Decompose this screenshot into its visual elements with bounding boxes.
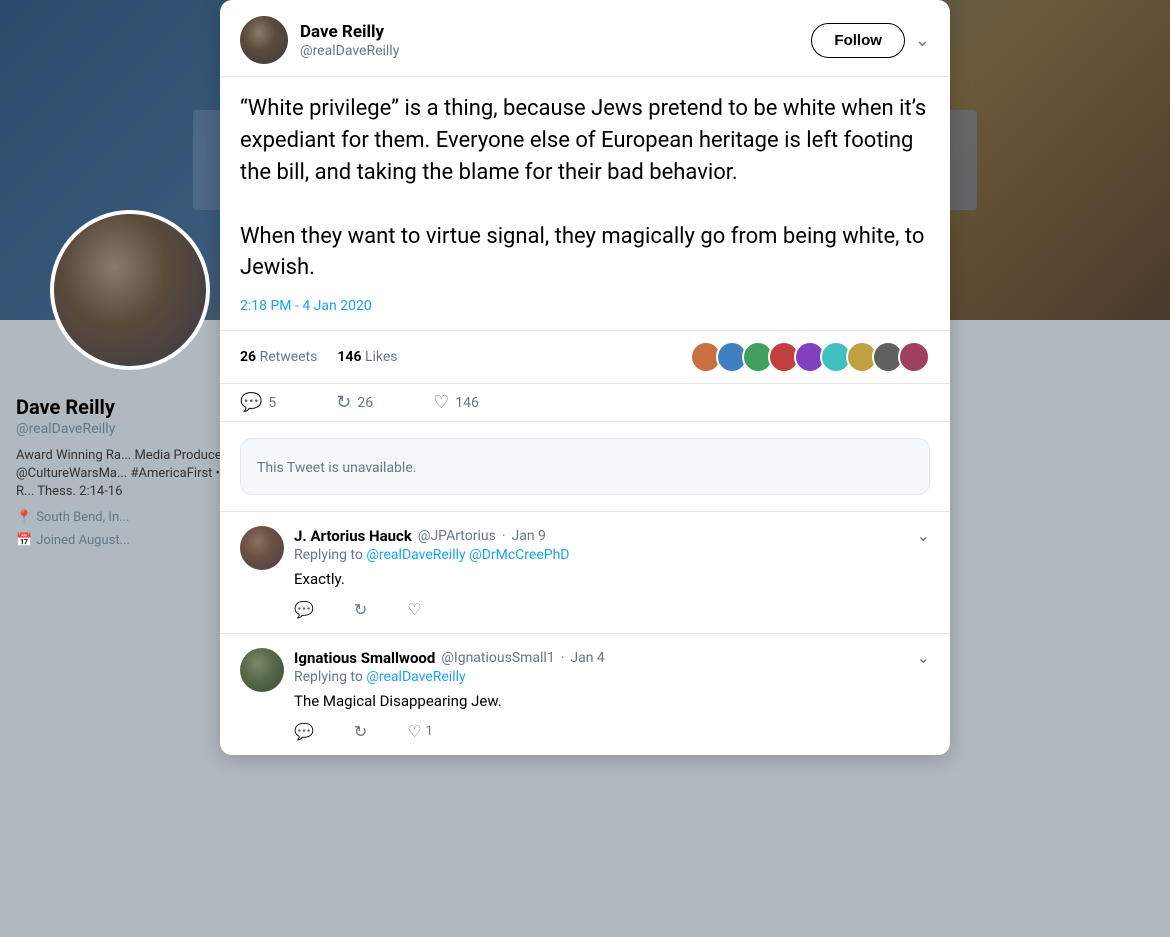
reply-date-2: · (561, 650, 565, 666)
tweet-user-handle: @realDaveReilly (300, 43, 811, 59)
tweet-user-info: Dave Reilly @realDaveReilly (300, 22, 811, 59)
reply-like-action-1[interactable]: ♡ (407, 600, 421, 619)
tweet-user-name: Dave Reilly (300, 22, 811, 42)
tweet-body: “White privilege” is a thing, because Je… (220, 77, 950, 330)
reply-to-line-2: Replying to @realDaveReilly (294, 669, 930, 685)
tweet-avatar[interactable] (240, 16, 288, 64)
reply-to-link-1[interactable]: @realDaveReilly @DrMcCreePhD (366, 547, 569, 563)
reply-header-1: J. Artorius Hauck @JPArtorius · Jan 9 ⌄ … (240, 526, 930, 619)
reply-date-1: · (502, 528, 506, 544)
reply-user-name-1: J. Artorius Hauck (294, 527, 412, 545)
tweet-actions: 💬 5 ↻ 26 ♡ 146 (220, 384, 950, 422)
profile-handle: @realDaveReilly (16, 421, 236, 437)
reply-comment-icon-1: 💬 (294, 600, 314, 619)
reply-text-1: Exactly. (294, 569, 930, 590)
tweet-text: “White privilege” is a thing, because Je… (240, 93, 930, 284)
reply-user-name-2: Ignatious Smallwood (294, 649, 435, 667)
calendar-icon: 📅 (16, 533, 32, 548)
retweet-action-count: 26 (357, 395, 373, 411)
reply-like-count-2: 1 (426, 724, 433, 739)
follow-button[interactable]: Follow (811, 23, 905, 58)
retweet-icon: ↻ (336, 392, 351, 413)
reply-avatar-2[interactable] (240, 648, 284, 692)
tweet-header: Dave Reilly @realDaveReilly Follow ⌄ (220, 0, 950, 77)
reply-chevron-1[interactable]: ⌄ (917, 526, 930, 545)
reply-info-1: J. Artorius Hauck @JPArtorius · Jan 9 ⌄ … (294, 526, 930, 619)
likes-stat: 146 Likes (337, 349, 397, 365)
profile-location: 📍 South Bend, In... (16, 510, 236, 525)
tweet-text-part1: “White privilege” is a thing, because Je… (240, 96, 926, 185)
reply-user-line-2: Ignatious Smallwood @IgnatiousSmall1 · J… (294, 648, 930, 667)
reply-info-2: Ignatious Smallwood @IgnatiousSmall1 · J… (294, 648, 930, 741)
tweet-card: Dave Reilly @realDaveReilly Follow ⌄ “Wh… (220, 0, 950, 755)
profile-sidebar: Dave Reilly @realDaveReilly Award Winnin… (16, 395, 236, 548)
profile-avatar-large (50, 210, 210, 370)
reply-date-val-2: Jan 4 (570, 650, 604, 666)
comment-count: 5 (268, 395, 276, 411)
reply-like-action-2[interactable]: ♡ 1 (407, 722, 433, 741)
location-icon: 📍 (16, 510, 32, 525)
reply-to-link-2[interactable]: @realDaveReilly (366, 669, 465, 685)
profile-bio: Award Winning Ra... Media Producer • @Cu… (16, 447, 236, 502)
profile-joined: 📅 Joined August... (16, 533, 236, 548)
comment-action[interactable]: 💬 5 (240, 392, 276, 413)
reply-like-icon-1: ♡ (407, 600, 421, 619)
tweet-text-part2: When they want to virtue signal, they ma… (240, 224, 924, 281)
reply-date-val-1: Jan 9 (512, 528, 546, 544)
avatar-image (54, 214, 206, 366)
retweet-stat: 26 Retweets (240, 349, 317, 365)
reply-user-handle-2: @IgnatiousSmall1 (441, 650, 554, 666)
reply-tweet-1: J. Artorius Hauck @JPArtorius · Jan 9 ⌄ … (220, 511, 950, 633)
reply-comment-action-1[interactable]: 💬 (294, 600, 314, 619)
profile-name: Dave Reilly (16, 395, 236, 419)
reply-comment-icon-2: 💬 (294, 722, 314, 741)
unavailable-text: This Tweet is unavailable. (257, 460, 416, 476)
tweet-timestamp: 2:18 PM - 4 Jan 2020 (240, 298, 930, 314)
unavailable-tweet: This Tweet is unavailable. (240, 438, 930, 495)
like-action-count: 146 (455, 395, 479, 411)
comment-icon: 💬 (240, 392, 262, 413)
retweet-action[interactable]: ↻ 26 (336, 392, 373, 413)
reply-user-line-1: J. Artorius Hauck @JPArtorius · Jan 9 ⌄ (294, 526, 930, 545)
reply-tweet-2: Ignatious Smallwood @IgnatiousSmall1 · J… (220, 633, 950, 755)
like-icon: ♡ (433, 392, 449, 413)
reply-retweet-action-2[interactable]: ↻ (354, 722, 367, 741)
reply-comment-action-2[interactable]: 💬 (294, 722, 314, 741)
reply-retweet-icon-2: ↻ (354, 722, 367, 741)
likes-count: 146 (337, 349, 361, 365)
reply-to-line-1: Replying to @realDaveReilly @DrMcCreePhD (294, 547, 930, 563)
reply-retweet-icon-1: ↻ (354, 600, 367, 619)
tweet-more-options-button[interactable]: ⌄ (915, 30, 930, 51)
reply-like-icon-2: ♡ (407, 722, 421, 741)
reply-avatar-1[interactable] (240, 526, 284, 570)
reply-user-handle-1: @JPArtorius (418, 528, 496, 544)
likes-label: Likes (365, 349, 398, 365)
retweet-count: 26 (240, 349, 256, 365)
reply-header-2: Ignatious Smallwood @IgnatiousSmall1 · J… (240, 648, 930, 741)
like-action[interactable]: ♡ 146 (433, 392, 479, 413)
likers-avatars (690, 341, 930, 373)
reply-retweet-action-1[interactable]: ↻ (354, 600, 367, 619)
reply-chevron-2[interactable]: ⌄ (917, 648, 930, 667)
reply-actions-2: 💬 ↻ ♡ 1 (294, 722, 930, 741)
liker-avatar (898, 341, 930, 373)
reply-actions-1: 💬 ↻ ♡ (294, 600, 930, 619)
retweet-label: Retweets (260, 349, 318, 365)
tweet-stats: 26 Retweets 146 Likes (220, 330, 950, 384)
reply-text-2: The Magical Disappearing Jew. (294, 691, 930, 712)
